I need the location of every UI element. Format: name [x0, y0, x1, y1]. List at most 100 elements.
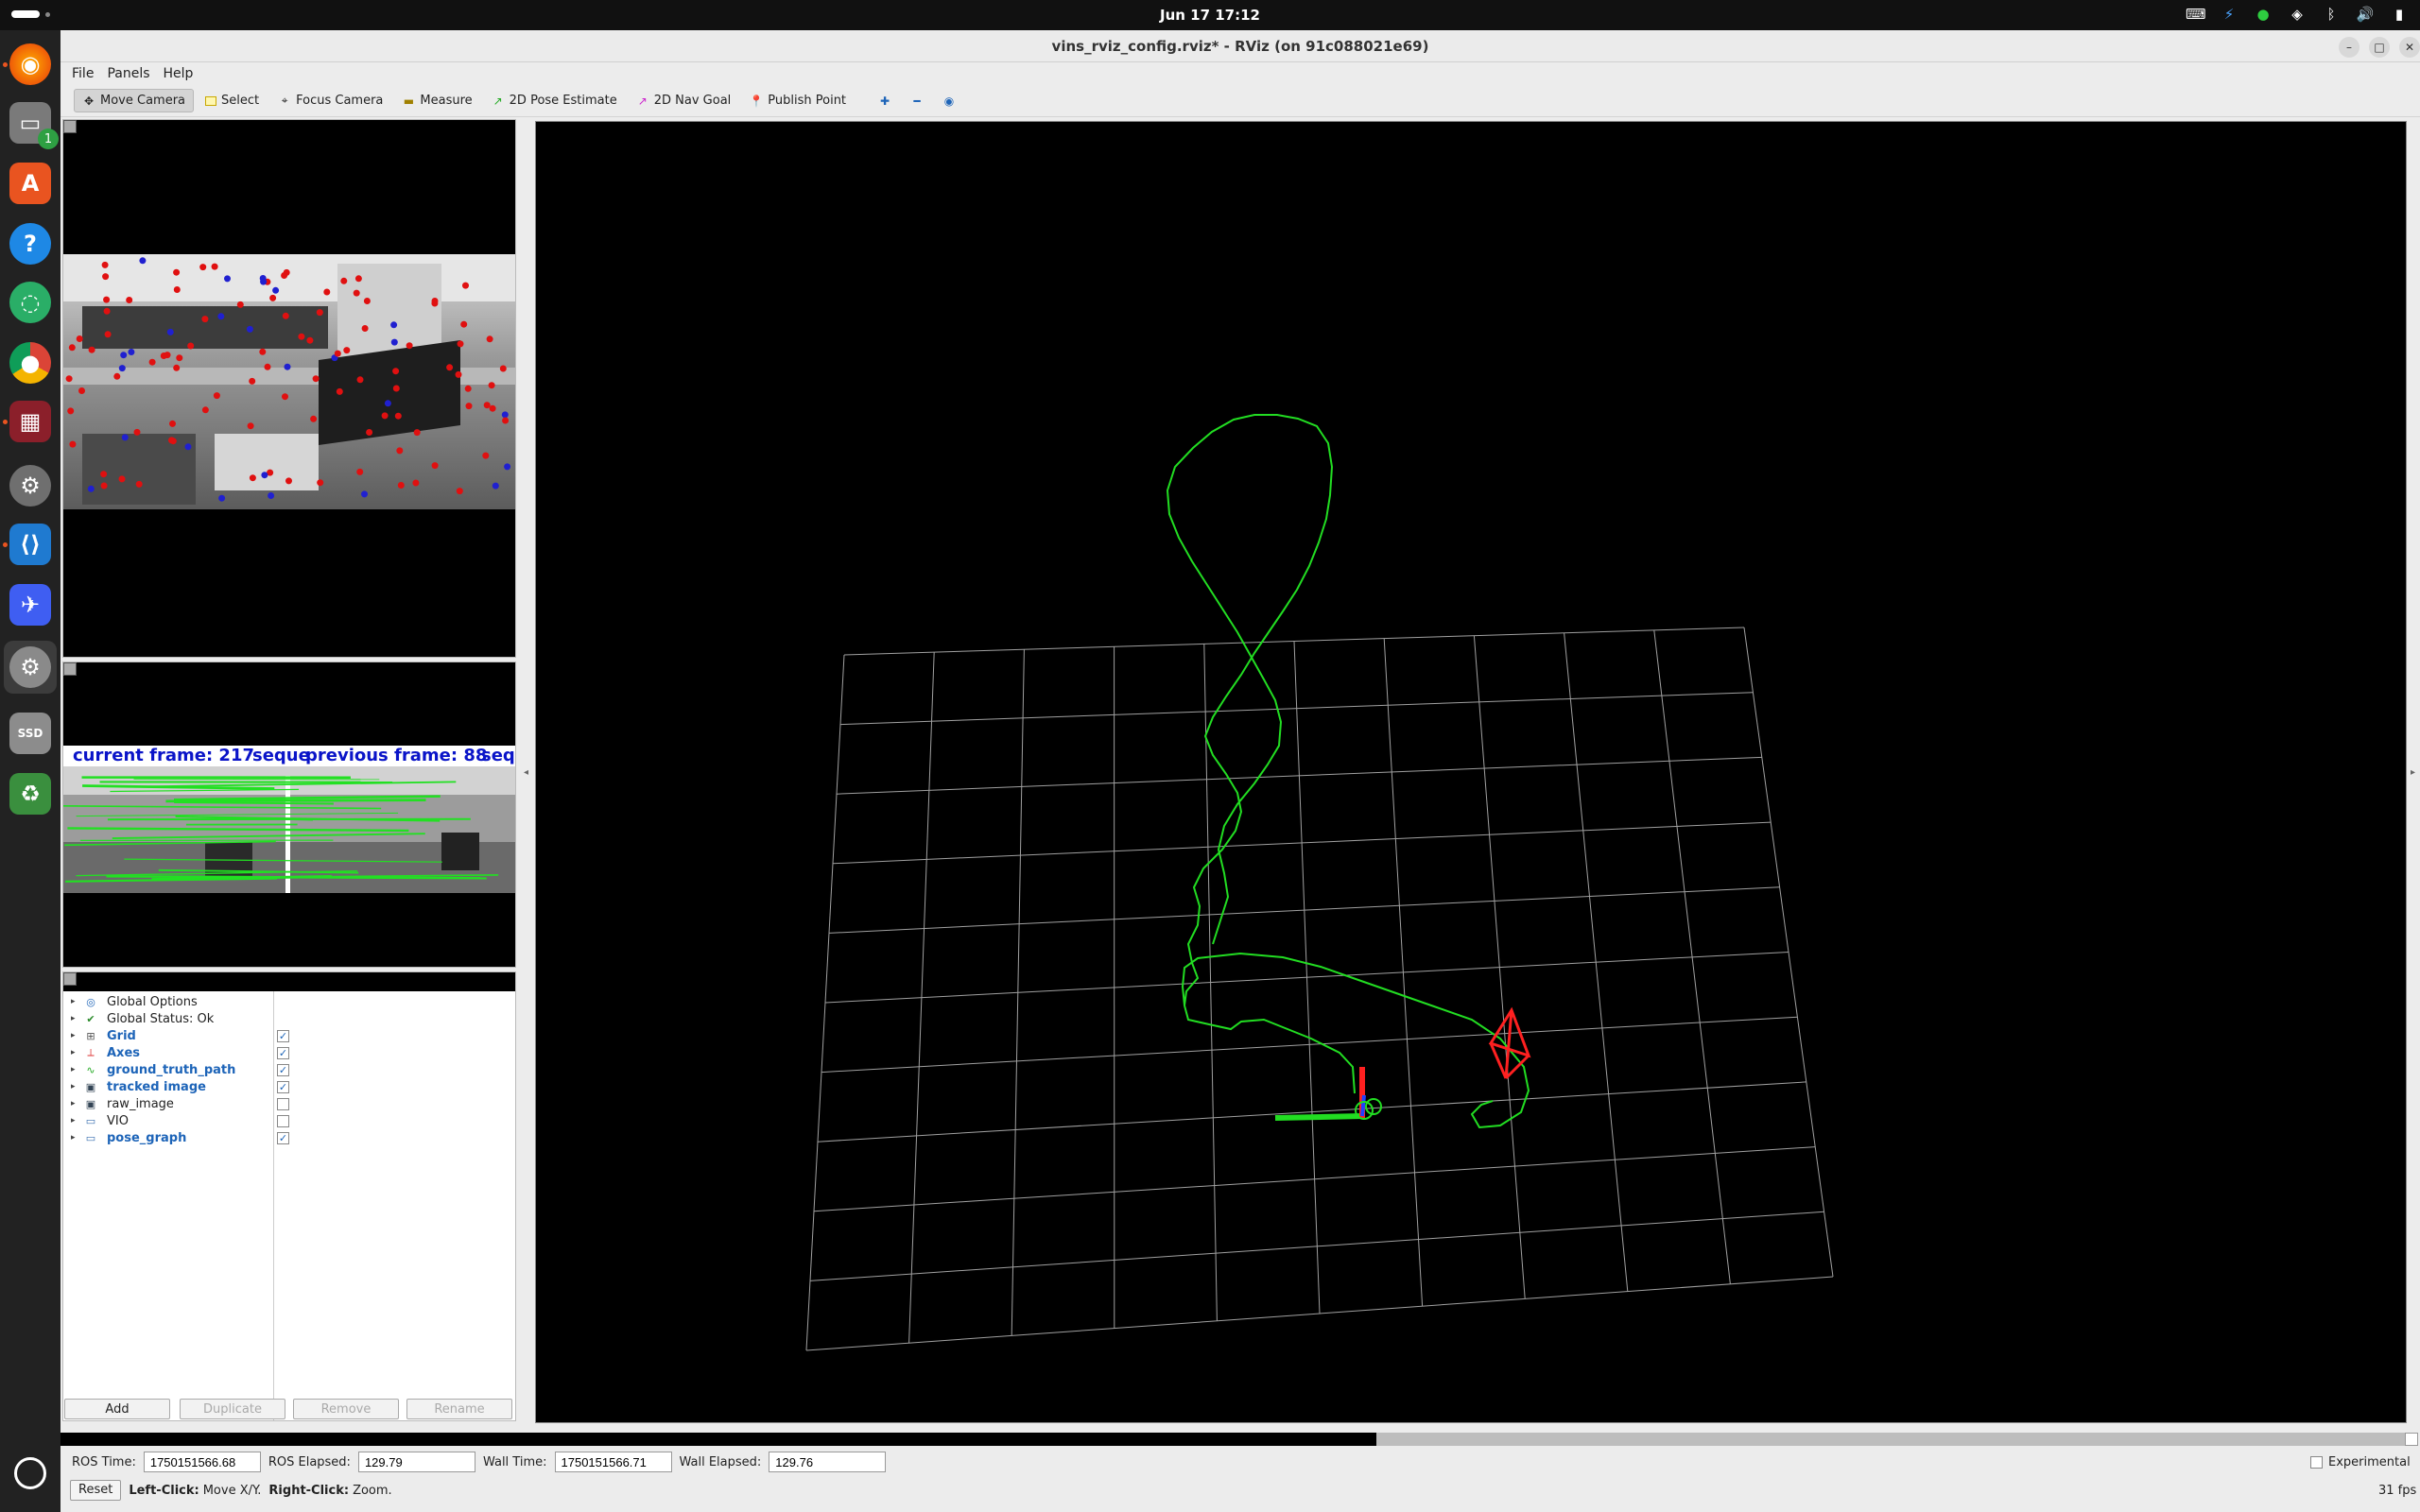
display-row-vio[interactable]: ▸ ▭ VIO: [63, 1112, 515, 1129]
ros-time-field[interactable]: [143, 1452, 261, 1472]
show-apps-icon[interactable]: [14, 1457, 46, 1489]
remove-button[interactable]: Remove: [293, 1399, 399, 1419]
3d-scene[interactable]: [536, 122, 2406, 1422]
expand-arrow-icon[interactable]: ▸: [71, 997, 76, 1006]
close-button[interactable]: ✕: [2399, 37, 2420, 58]
grid-line: [813, 1146, 1816, 1212]
rviz-app-icon[interactable]: ▦: [9, 401, 51, 442]
display-label: Grid: [107, 1028, 136, 1043]
firefox-icon[interactable]: ◉: [9, 43, 51, 85]
wifi-icon[interactable]: ◈: [2288, 6, 2307, 23]
keyboard-icon[interactable]: ⌨: [2186, 6, 2206, 23]
expand-arrow-icon[interactable]: ▸: [71, 1133, 76, 1143]
chrome-icon[interactable]: ●: [9, 342, 51, 384]
expand-arrow-icon[interactable]: ▸: [71, 1116, 76, 1125]
expand-arrow-icon[interactable]: ▸: [71, 1099, 76, 1108]
display-row-tracked-image[interactable]: ▸ ▣ tracked image ✓: [63, 1078, 515, 1095]
feature-point: [340, 277, 348, 284]
path-icon: ∿: [86, 1063, 95, 1076]
display-row-axes[interactable]: ▸ ⟂ Axes ✓: [63, 1044, 515, 1061]
settings-icon[interactable]: ⚙: [9, 465, 51, 507]
focus-camera-tool[interactable]: ⌖ Focus Camera: [270, 90, 390, 112]
display-enabled-checkbox[interactable]: ✓: [277, 1030, 289, 1042]
system-tray[interactable]: ⌨ ⚡ ● ◈ ᛒ 🔊 ▮: [2186, 6, 2409, 23]
measure-tool[interactable]: ▬ Measure: [394, 90, 479, 112]
reset-button[interactable]: Reset: [70, 1480, 122, 1501]
display-row-grid[interactable]: ▸ ⊞ Grid ✓: [63, 1027, 515, 1044]
panel-handle[interactable]: [63, 120, 77, 133]
duplicate-button[interactable]: Duplicate: [180, 1399, 285, 1419]
horizontal-scrollbar[interactable]: [60, 1429, 2418, 1446]
bluetooth-icon[interactable]: ᛒ: [2322, 6, 2341, 23]
display-label: VIO: [107, 1113, 129, 1128]
system-settings-icon[interactable]: ⚙: [9, 646, 51, 688]
app-center-icon[interactable]: A: [9, 163, 51, 204]
display-row-raw-image[interactable]: ▸ ▣ raw_image: [63, 1095, 515, 1112]
add-tool-button[interactable]: ✚: [871, 91, 899, 112]
wall-time-field[interactable]: [554, 1452, 672, 1472]
experimental-option[interactable]: Experimental: [2310, 1455, 2411, 1469]
view-tool-button[interactable]: ◉: [935, 91, 963, 112]
title-bar[interactable]: vins_rviz_config.rviz* - RViz (on 91c088…: [60, 30, 2420, 62]
ssd-drive-icon[interactable]: SSD: [9, 713, 51, 754]
clock[interactable]: Jun 17 17:12: [0, 7, 2420, 24]
expand-arrow-icon[interactable]: ▸: [71, 1031, 76, 1040]
wechat-icon[interactable]: ◌: [9, 282, 51, 323]
3d-viewport[interactable]: [535, 121, 2407, 1423]
current-frame-text: current frame: 217: [73, 746, 254, 765]
display-enabled-checkbox[interactable]: ✓: [277, 1081, 289, 1093]
experimental-checkbox[interactable]: [2310, 1455, 2323, 1469]
move-camera-tool[interactable]: ✥ Move Camera: [74, 89, 195, 112]
feature-point: [133, 428, 141, 436]
collapse-left-arrow[interactable]: ◂: [524, 767, 528, 778]
ros-elapsed-field[interactable]: [357, 1452, 475, 1472]
feature-point: [103, 296, 111, 303]
trash-icon[interactable]: ♻: [9, 773, 51, 815]
wall-elapsed-field[interactable]: [769, 1452, 887, 1472]
display-row-ground-truth-path[interactable]: ▸ ∿ ground_truth_path ✓: [63, 1061, 515, 1078]
vscode-icon[interactable]: ⟨⟩: [9, 524, 51, 565]
collapse-right-arrow[interactable]: ▸: [2411, 767, 2415, 778]
rename-button[interactable]: Rename: [406, 1399, 512, 1419]
scrollbar-thumb[interactable]: [1376, 1433, 2405, 1446]
network-icon[interactable]: ⚡: [2220, 6, 2238, 23]
volume-icon[interactable]: 🔊: [2356, 6, 2375, 23]
display-enabled-checkbox[interactable]: ✓: [277, 1047, 289, 1059]
publish-point-tool[interactable]: 📍 Publish Point: [742, 90, 854, 112]
expand-arrow-icon[interactable]: ▸: [71, 1048, 76, 1057]
feature-point: [101, 261, 109, 268]
wechat-tray-icon[interactable]: ●: [2254, 6, 2273, 23]
expand-arrow-icon[interactable]: ▸: [71, 1082, 76, 1091]
menu-panels[interactable]: Panels: [107, 66, 149, 81]
feature-point: [120, 352, 128, 359]
panel-handle[interactable]: [63, 662, 77, 676]
menu-file[interactable]: File: [72, 66, 94, 81]
display-row-global-status-ok[interactable]: ▸ ✔ Global Status: Ok: [63, 1010, 515, 1027]
feature-point: [363, 298, 371, 304]
expand-arrow-icon[interactable]: ▸: [71, 1065, 76, 1074]
pose-estimate-tool[interactable]: ↗ 2D Pose Estimate: [484, 90, 625, 112]
feature-point: [69, 440, 77, 448]
left-click-hint: Move X/Y.: [202, 1483, 262, 1498]
remove-tool-button[interactable]: ━: [903, 91, 931, 112]
running-indicator: [3, 420, 8, 424]
display-enabled-checkbox[interactable]: [277, 1098, 289, 1110]
display-enabled-checkbox[interactable]: ✓: [277, 1064, 289, 1076]
grid-icon: ⊞: [86, 1029, 95, 1042]
feature-point: [504, 463, 511, 471]
add-button[interactable]: Add: [64, 1399, 170, 1419]
help-icon[interactable]: ?: [9, 223, 51, 265]
display-row-global-options[interactable]: ▸ ◎ Global Options: [63, 993, 515, 1010]
maximize-button[interactable]: □: [2369, 37, 2390, 58]
minimize-button[interactable]: –: [2339, 37, 2360, 58]
display-enabled-checkbox[interactable]: ✓: [277, 1132, 289, 1144]
display-enabled-checkbox[interactable]: [277, 1115, 289, 1127]
menu-help[interactable]: Help: [164, 66, 194, 81]
select-tool[interactable]: Select: [198, 90, 267, 112]
feishu-icon[interactable]: ✈: [9, 584, 51, 626]
expand-arrow-icon[interactable]: ▸: [71, 1014, 76, 1023]
display-row-pose-graph[interactable]: ▸ ▭ pose_graph ✓: [63, 1129, 515, 1146]
battery-icon[interactable]: ▮: [2390, 6, 2409, 23]
nav-goal-tool[interactable]: ↗ 2D Nav Goal: [629, 90, 739, 112]
panel-handle[interactable]: [63, 972, 77, 986]
